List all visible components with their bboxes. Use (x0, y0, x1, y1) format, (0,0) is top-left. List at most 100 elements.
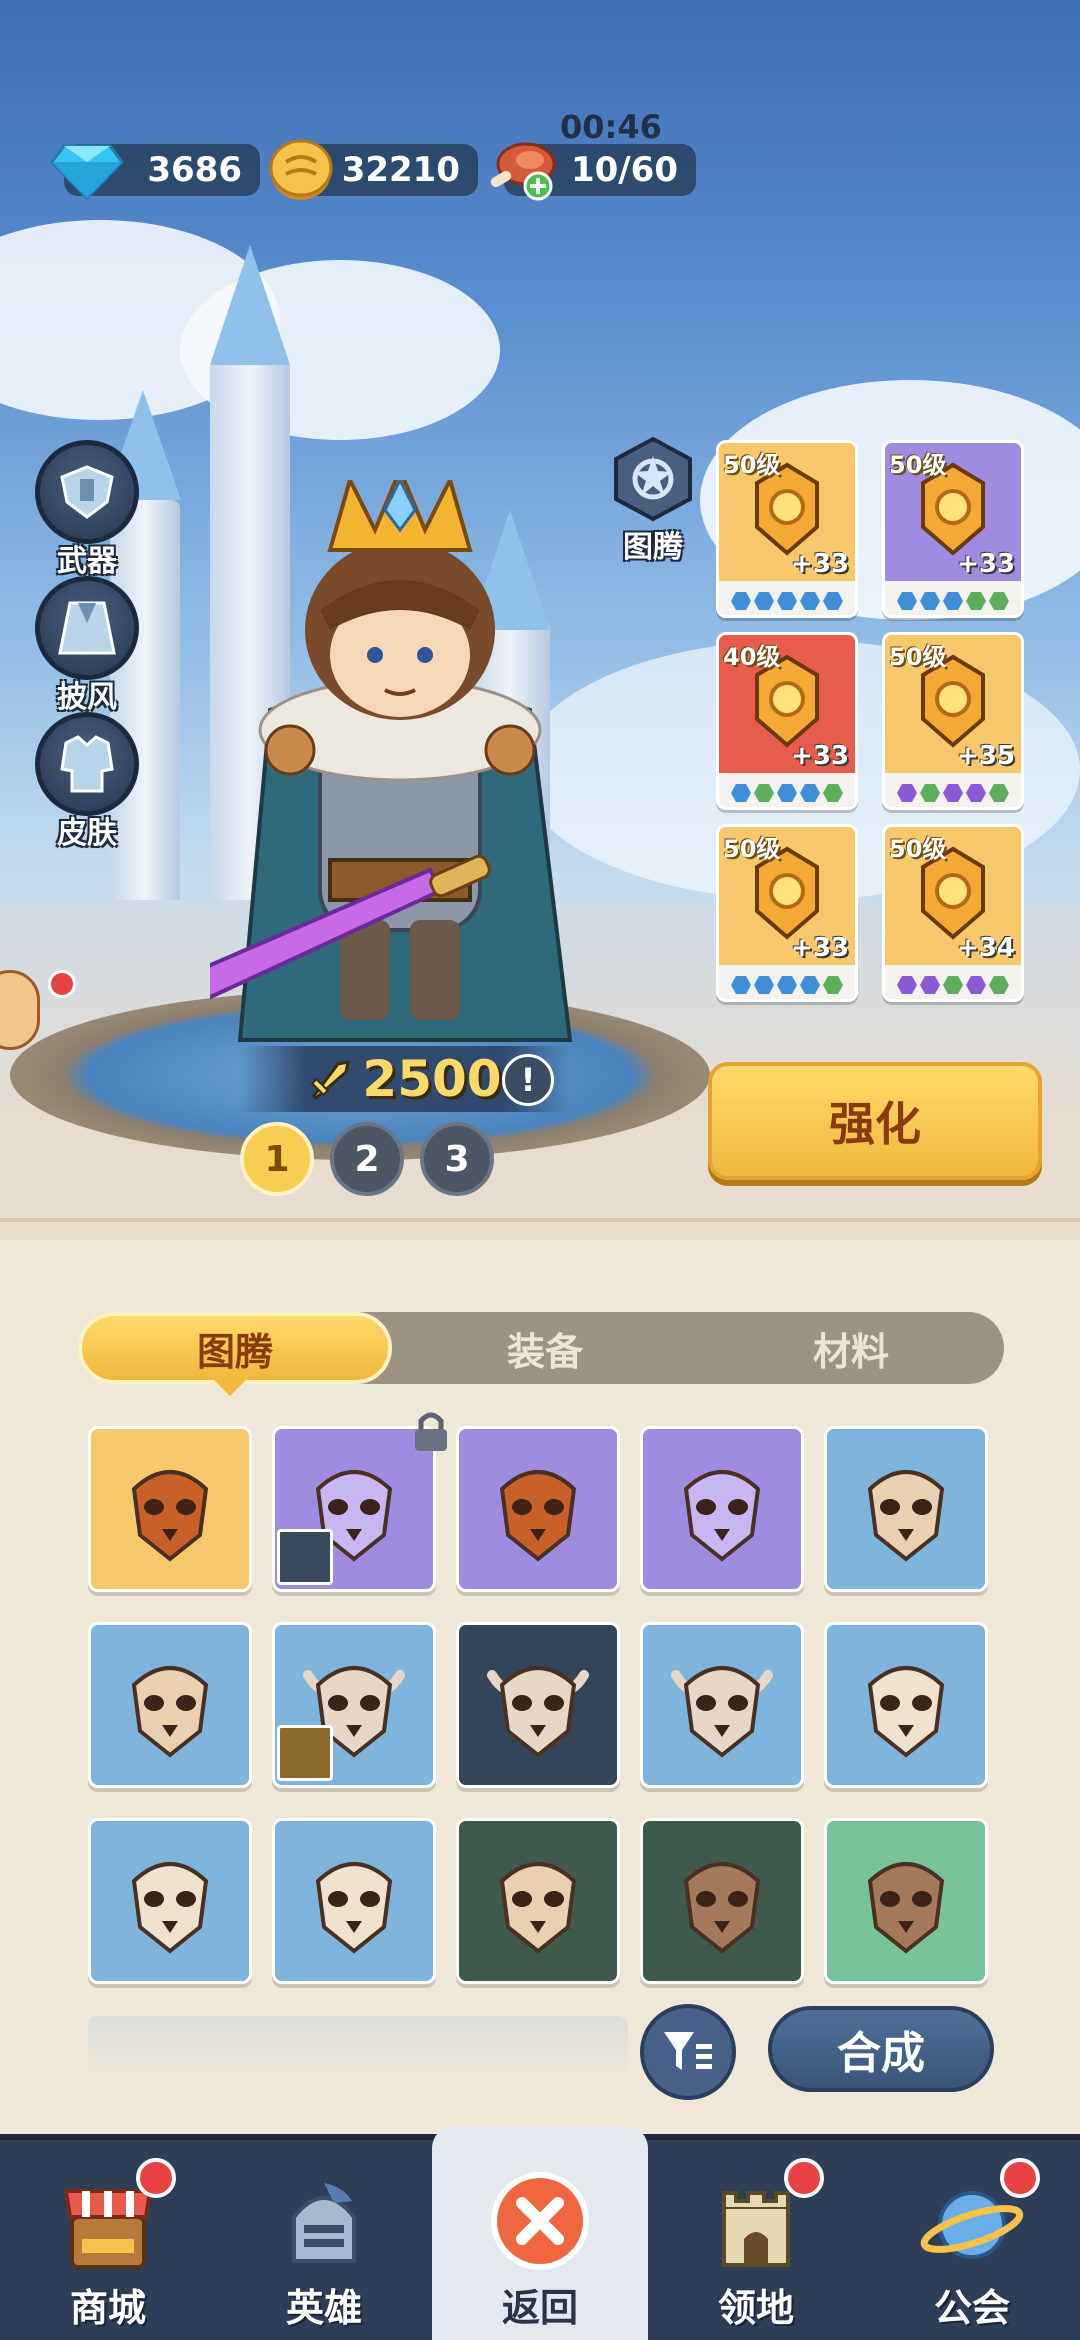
beast-mask-icon (683, 1470, 761, 1562)
totem-item-bird-purple[interactable] (272, 1412, 447, 1592)
totem-button[interactable]: 图腾 (608, 436, 698, 566)
nav-territory[interactable]: 领地 (648, 2140, 864, 2340)
equipment-level: 40级 (723, 643, 781, 671)
gold-coin-icon (269, 139, 333, 200)
bull-mask-icon (487, 1666, 589, 1758)
gem-slot-icon (966, 592, 986, 610)
active-tab-pointer (214, 1380, 246, 1396)
equipment-card[interactable]: 50级 +33 (716, 824, 858, 1002)
lock-icon (415, 1412, 447, 1451)
nav-hero-label: 英雄 (285, 2286, 362, 2330)
equipment-enhance-level: +33 (791, 933, 849, 963)
hero-helmet-icon (292, 2183, 356, 2263)
gem-slot-icon (966, 976, 986, 994)
gem-slot-icon (897, 784, 917, 802)
next-row-fade (88, 2016, 628, 2076)
equipment-gem-slots (885, 965, 1021, 999)
diamond-value: 3686 (147, 150, 242, 190)
equipment-gem-slots (719, 581, 855, 615)
equipment-card[interactable]: 50级 +33 (716, 440, 858, 618)
tab-materials[interactable]: 材料 (698, 1312, 1004, 1384)
gem-slot-icon (731, 592, 751, 610)
nav-guild[interactable]: 公会 (864, 2140, 1080, 2340)
gem-slot-icon (966, 784, 986, 802)
equipment-card[interactable]: 50级 +35 (882, 632, 1024, 810)
owl-mask-icon (131, 1470, 209, 1562)
totem-item-bull-blue[interactable] (640, 1622, 804, 1788)
cape-button[interactable]: 披风 (32, 576, 142, 716)
gem-slot-icon (754, 784, 774, 802)
nav-shop-label: 商城 (69, 2286, 146, 2330)
cape-label: 披风 (57, 680, 117, 715)
gem-slot-icon (800, 592, 820, 610)
equipment-card[interactable]: 50级 +33 (882, 440, 1024, 618)
loadout-slot-2[interactable]: 2 (330, 1122, 404, 1196)
skin-button[interactable]: 皮肤 (32, 712, 142, 852)
sword-power-icon (311, 1060, 351, 1101)
loadout-slot-1[interactable]: 1 (240, 1122, 314, 1196)
power-info-button[interactable]: ! (502, 1054, 554, 1106)
bull-mask-icon (671, 1666, 773, 1758)
equipment-gem-slots (719, 773, 855, 807)
cat-mask-icon (131, 1862, 209, 1954)
gem-slot-icon (731, 784, 751, 802)
totem-item-cat-blue[interactable] (88, 1818, 252, 1984)
weapon-button[interactable]: 武器 (32, 440, 142, 580)
close-icon (491, 2172, 589, 2270)
companion-portrait[interactable] (0, 970, 40, 1050)
equipment-level: 50级 (889, 643, 947, 671)
equipment-level: 50级 (723, 835, 781, 863)
totem-item-eagle-dgreen[interactable] (640, 1818, 804, 1984)
guild-badge (1000, 2158, 1040, 2198)
totem-item-eagle-green[interactable] (824, 1818, 988, 1984)
gem-slot-icon (920, 784, 940, 802)
totem-item-bull-dark[interactable] (456, 1622, 620, 1788)
filter-sort-button[interactable] (640, 2004, 736, 2100)
merge-button[interactable]: 合成 (768, 2006, 994, 2092)
tab-totem[interactable]: 图腾 (78, 1312, 392, 1384)
cat-mask-icon (867, 1666, 945, 1758)
nav-territory-label: 领地 (717, 2286, 794, 2330)
tab-equipment[interactable]: 装备 (392, 1312, 698, 1384)
gem-slot-icon (754, 976, 774, 994)
totem-item-cat-blue[interactable] (824, 1622, 988, 1788)
totem-item-bear-dgreen[interactable] (456, 1818, 620, 1984)
nav-back-label: 返回 (501, 2286, 578, 2330)
totem-item-bear-blue[interactable] (88, 1622, 252, 1788)
gem-slot-icon (897, 592, 917, 610)
gem-slot-icon (823, 976, 843, 994)
totem-item-owl-gold[interactable] (88, 1426, 252, 1592)
nav-shop[interactable]: 商城 (0, 2140, 216, 2340)
hero-character[interactable] (210, 480, 590, 1080)
totem-item-beast-purple[interactable] (640, 1426, 804, 1592)
equipment-image: 50级 +33 (719, 443, 855, 581)
equipment-image: 40级 +33 (719, 635, 855, 773)
equipment-image: 50级 +33 (719, 827, 855, 965)
gem-slot-icon (800, 976, 820, 994)
cat-mask-icon (315, 1862, 393, 1954)
equipment-card[interactable]: 40级 +33 (716, 632, 858, 810)
gem-slot-icon (943, 784, 963, 802)
loadout-slot-3[interactable]: 3 (420, 1122, 494, 1196)
bear-mask-icon (867, 1470, 945, 1562)
bottom-nav: 商城 英雄 返回 领地 公会 (0, 2126, 1080, 2340)
enhance-label: 强化 (829, 1097, 921, 1151)
equipment-card[interactable]: 50级 +34 (882, 824, 1024, 1002)
shop-badge (136, 2158, 176, 2198)
totem-item-bear-blue[interactable] (824, 1426, 988, 1592)
equipment-enhance-level: +33 (791, 549, 849, 579)
totem-item-owl-purple[interactable] (456, 1426, 620, 1592)
nav-hero[interactable]: 英雄 (216, 2140, 432, 2340)
nav-back[interactable]: 返回 (432, 2126, 648, 2340)
equipment-image: 50级 +34 (885, 827, 1021, 965)
gem-slot-icon (777, 592, 797, 610)
gem-slot-icon (754, 592, 774, 610)
skin-icon (35, 712, 139, 816)
enhance-button[interactable]: 强化 (708, 1062, 1042, 1180)
totem-item-cat-blue[interactable] (272, 1818, 436, 1984)
meat-stamina-icon[interactable] (486, 134, 560, 206)
stamina-timer: 00:46 (560, 108, 662, 146)
totem-item-bull-blue[interactable] (272, 1622, 436, 1788)
equipment-image: 50级 +33 (885, 443, 1021, 581)
gem-slot-icon (920, 976, 940, 994)
